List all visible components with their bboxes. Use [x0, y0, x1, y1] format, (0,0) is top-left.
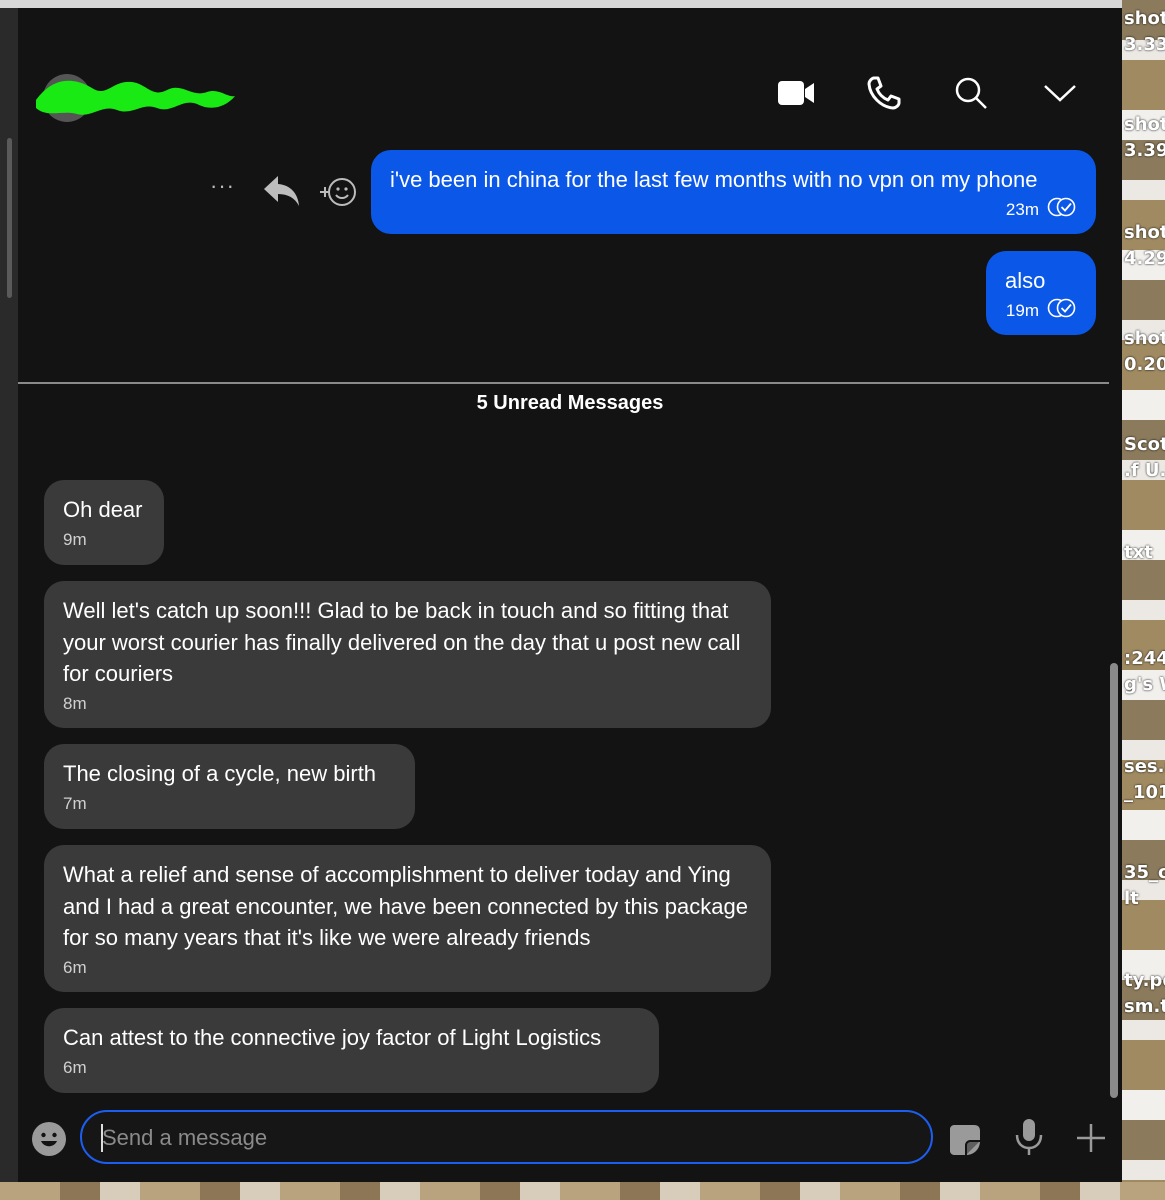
desktop-file-label[interactable]: shot [1124, 222, 1165, 243]
emoji-icon[interactable] [31, 1121, 67, 1162]
incoming-message[interactable]: The closing of a cycle, new birth 7m [44, 744, 415, 829]
desktop-file-label[interactable]: 35_o. [1124, 862, 1165, 883]
incoming-message[interactable]: Oh dear 9m [44, 480, 164, 565]
desktop-file-label[interactable]: 3.39 [1124, 140, 1165, 161]
plus-icon[interactable] [1075, 1122, 1107, 1159]
desktop-file-label[interactable]: 3.33. [1124, 34, 1165, 55]
unread-divider-line [18, 382, 1109, 384]
message-text: also [1005, 268, 1046, 293]
message-time: 19m [1005, 300, 1039, 320]
unread-divider-label: 5 Unread Messages [476, 392, 664, 414]
desktop-file-label[interactable]: ty.pd [1124, 970, 1165, 991]
message-input[interactable] [100, 1112, 904, 1164]
desktop-file-label[interactable]: 4.29 [1124, 248, 1165, 269]
desktop-file-label[interactable]: lt [1124, 888, 1139, 909]
desktop-file-label[interactable]: :244 [1124, 648, 1165, 669]
add-reaction-icon[interactable] [318, 176, 358, 215]
desktop-file-label[interactable]: Scot [1124, 434, 1165, 455]
desktop-bottom-strip [0, 1182, 1165, 1200]
desktop-file-label[interactable]: shot [1124, 328, 1165, 349]
desktop-file-label[interactable]: ses.r [1124, 756, 1165, 777]
outgoing-message[interactable]: i've been in china for the last few mont… [371, 150, 1096, 234]
search-icon[interactable] [951, 73, 991, 113]
chat-scrollbar[interactable] [1110, 663, 1118, 1098]
desktop-file-label[interactable]: .f U.f [1124, 460, 1165, 481]
desktop-file-label[interactable]: 0.20 [1124, 354, 1165, 375]
left-panel-edge [0, 8, 18, 1182]
desktop-file-label[interactable]: txt [1124, 542, 1153, 563]
desktop-background: shot 3.33. shot 3.39 shot 4.29 shot 0.20 Scot .f … [1122, 0, 1165, 1200]
message-time: 23m [1005, 199, 1039, 219]
outgoing-message[interactable]: also 19m [986, 251, 1096, 335]
message-time: 7m [63, 793, 87, 813]
message-text: The closing of a cycle, new birth [63, 761, 377, 786]
message-time: 6m [63, 957, 87, 977]
message-text: i've been in china for the last few mont… [390, 167, 1038, 192]
desktop-top-strip [0, 0, 1165, 8]
desktop-file-label[interactable]: shot [1124, 8, 1165, 29]
reply-icon[interactable] [262, 174, 300, 213]
left-scrollbar[interactable] [7, 138, 12, 298]
message-text: Can attest to the connective joy factor … [63, 1025, 602, 1050]
message-time: 8m [63, 693, 87, 713]
video-camera-icon[interactable] [776, 73, 816, 113]
message-time: 6m [63, 1057, 87, 1077]
microphone-icon[interactable] [1014, 1118, 1044, 1161]
message-text: What a relief and sense of accomplishmen… [63, 862, 748, 950]
message-text: Oh dear [63, 497, 143, 522]
read-receipt-icon [1047, 298, 1077, 323]
message-text: Well let's catch up soon!!! Glad to be b… [63, 598, 741, 686]
incoming-message[interactable]: Can attest to the connective joy factor … [44, 1008, 659, 1093]
desktop-file-label[interactable]: shot [1124, 114, 1165, 135]
desktop-file-label[interactable]: sm.t [1124, 996, 1165, 1017]
incoming-message[interactable]: What a relief and sense of accomplishmen… [44, 845, 771, 992]
sticker-icon[interactable] [948, 1123, 982, 1162]
chat-window: ··· i've been in china for the last few … [0, 8, 1122, 1182]
phone-icon[interactable] [864, 73, 904, 113]
message-time: 9m [63, 529, 87, 549]
message-composer[interactable] [80, 1110, 933, 1164]
chevron-down-icon[interactable] [1040, 73, 1080, 113]
desktop-file-label[interactable]: _1015 [1124, 782, 1165, 803]
contact-avatar-redacted[interactable] [32, 68, 237, 123]
desktop-file-label[interactable]: g's W [1124, 674, 1165, 695]
more-options-icon[interactable]: ··· [210, 173, 235, 199]
read-receipt-icon [1047, 197, 1077, 222]
incoming-message[interactable]: Well let's catch up soon!!! Glad to be b… [44, 581, 771, 728]
